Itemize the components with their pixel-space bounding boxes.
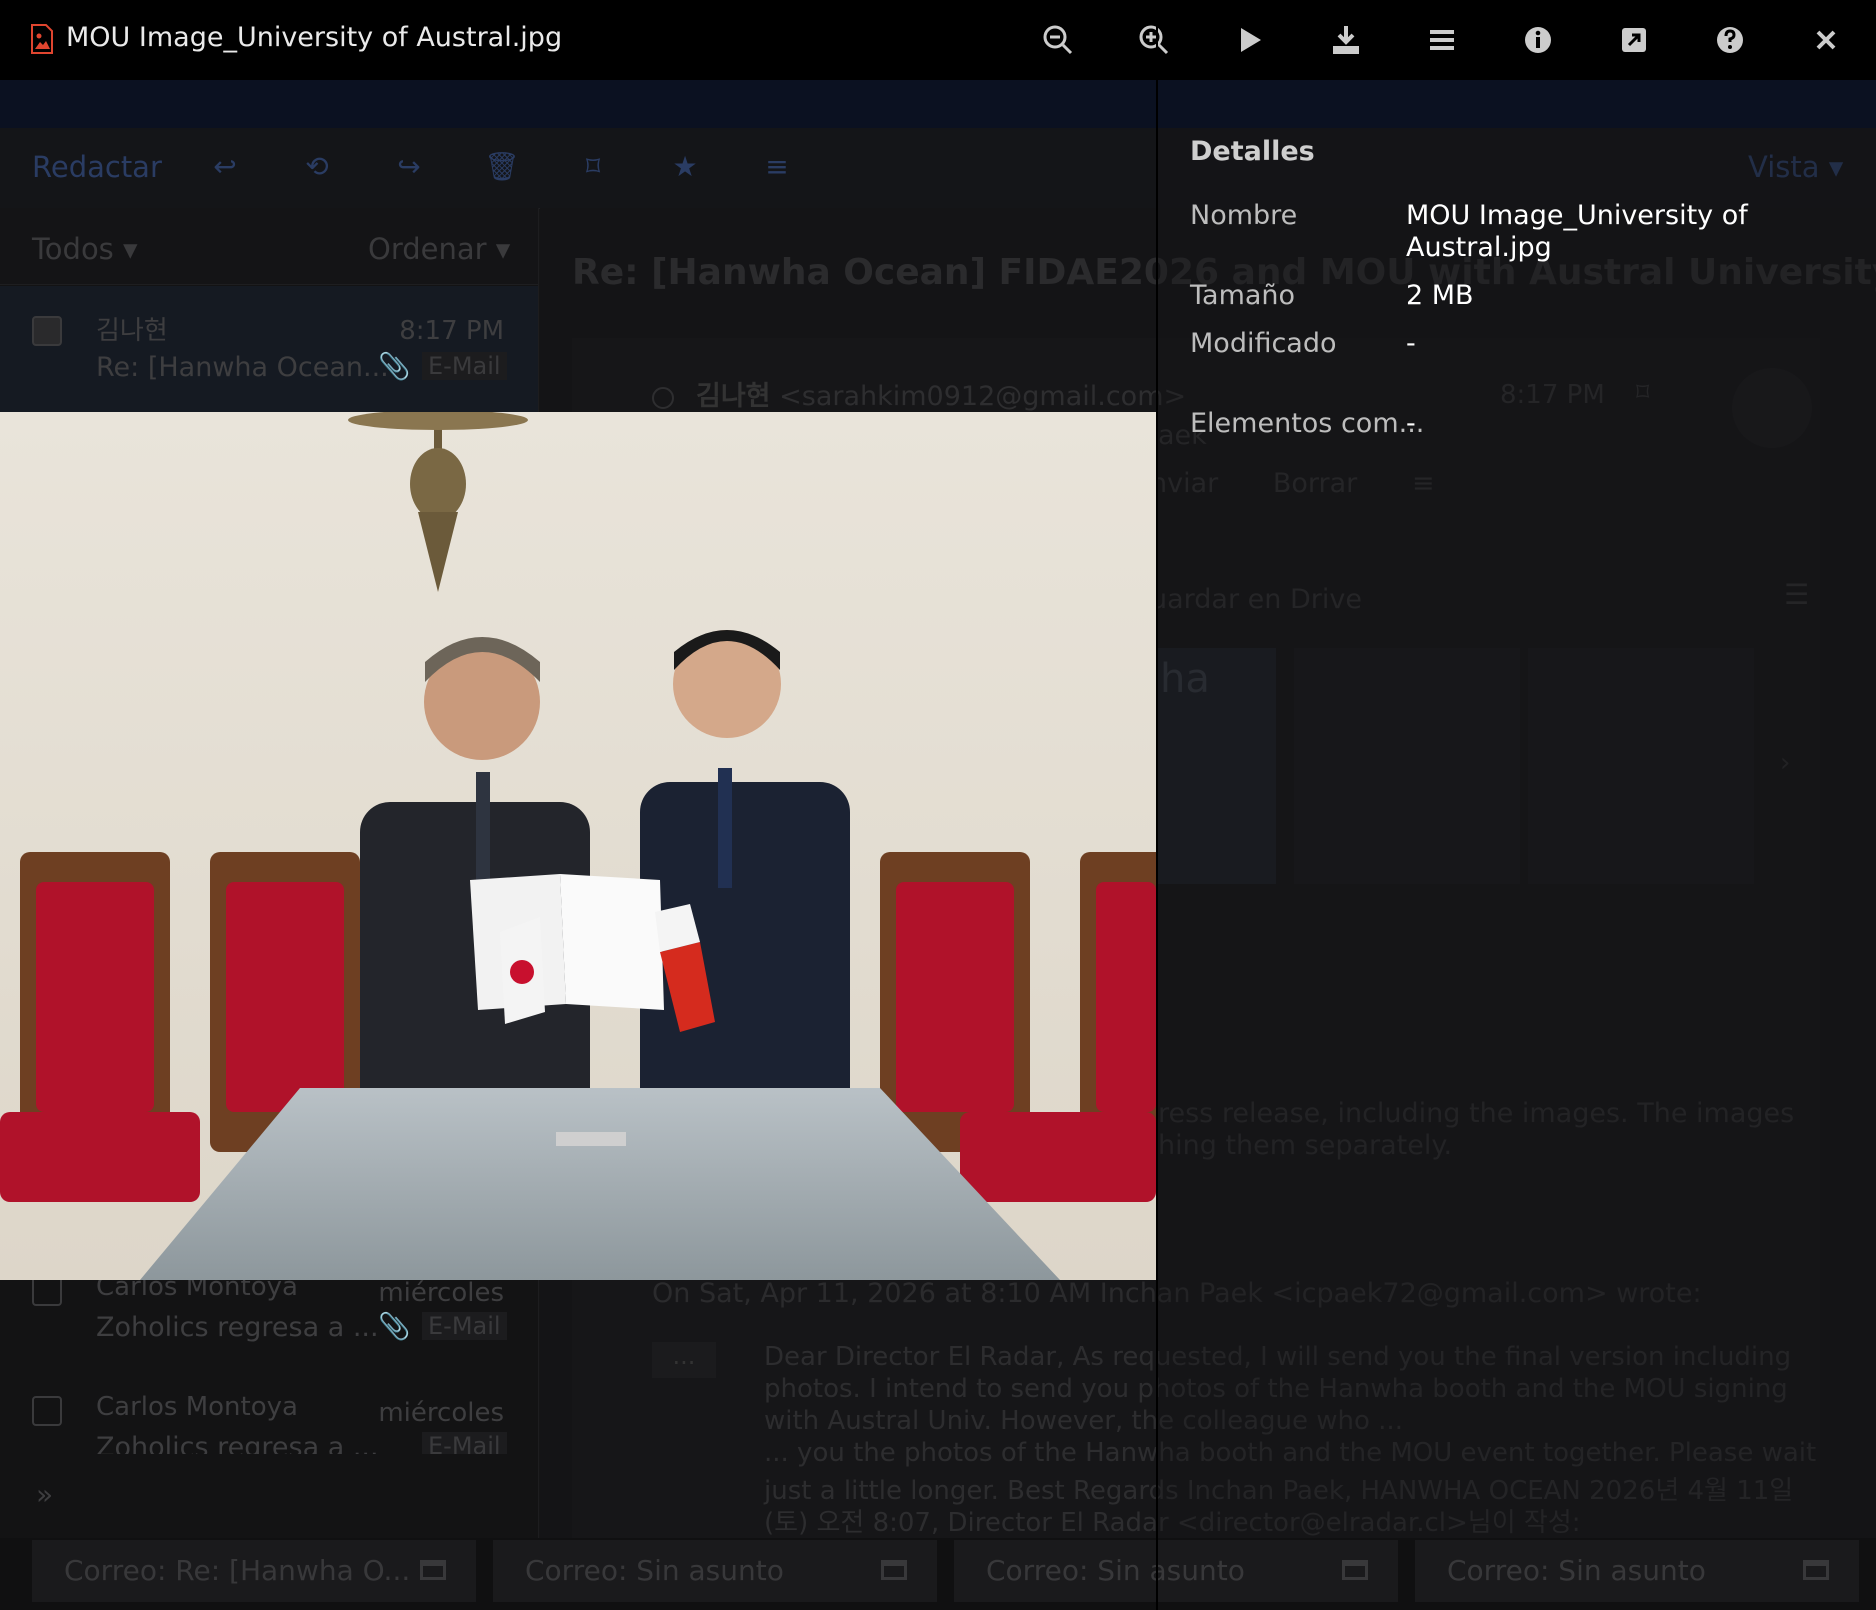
trash-icon[interactable]: 🗑 xyxy=(484,150,520,184)
panel-divider xyxy=(1156,0,1158,1610)
details-heading: Detalles xyxy=(1190,136,1315,167)
sort-dropdown[interactable]: Ordenar ▾ xyxy=(368,232,510,266)
zoom-out-icon[interactable] xyxy=(1040,22,1076,58)
filter-all-dropdown[interactable]: Todos ▾ xyxy=(32,232,138,266)
window-icon[interactable] xyxy=(881,1560,907,1580)
row-tag: E-Mail xyxy=(422,1432,507,1454)
star-icon[interactable]: ★ xyxy=(668,150,702,184)
detail-value-name: MOU Image_University of Austral.jpg xyxy=(1406,200,1748,263)
expand-sidebar-icon[interactable]: » xyxy=(36,1478,53,1511)
detail-value-modified: - xyxy=(1406,328,1416,359)
sender-email: <sarahkim0912@gmail.com> xyxy=(779,381,1187,412)
task-tab[interactable]: Correo: Re: [Hanwha O... xyxy=(32,1540,476,1602)
task-label: Correo: Sin asunto xyxy=(1447,1554,1706,1587)
row-time: miércoles xyxy=(378,1398,504,1428)
row-time: miércoles xyxy=(378,1278,504,1308)
row-time: 8:17 PM xyxy=(399,316,504,346)
filter-all-label: Todos xyxy=(32,232,114,266)
play-icon[interactable] xyxy=(1232,22,1268,58)
download-icon[interactable] xyxy=(1328,22,1364,58)
detail-label-name: Nombre xyxy=(1190,200,1298,231)
image-file-icon xyxy=(31,24,53,54)
task-tab[interactable]: Correo: Sin asunto xyxy=(1415,1540,1859,1602)
image-preview xyxy=(0,412,1156,1280)
task-label: Correo: Sin asunto xyxy=(986,1554,1245,1587)
row-subject: Zoholics regresa a ... xyxy=(96,1432,379,1454)
show-quoted-button[interactable]: ... xyxy=(652,1342,716,1378)
forward-icon[interactable]: ↪ xyxy=(392,150,426,184)
row-checkbox[interactable] xyxy=(32,316,62,346)
more-menu-icon[interactable]: ≡ xyxy=(760,150,794,184)
bookmark-icon[interactable]: ⌑ xyxy=(576,150,610,184)
attachment-icon: 📎 xyxy=(378,352,411,382)
open-external-icon[interactable] xyxy=(1616,22,1652,58)
row-checkbox[interactable] xyxy=(32,1276,62,1306)
detail-value-size: 2 MB xyxy=(1406,280,1474,311)
compose-button[interactable]: Redactar xyxy=(32,150,162,184)
detail-label-size: Tamaño xyxy=(1190,280,1296,311)
row-subject: Zoholics regresa a ... xyxy=(96,1312,379,1343)
window-icon[interactable] xyxy=(420,1560,446,1580)
reply-all-icon[interactable]: ⟲ xyxy=(300,150,334,184)
close-icon[interactable] xyxy=(1808,22,1844,58)
help-icon[interactable] xyxy=(1712,22,1748,58)
mou-signing-photo xyxy=(0,412,1156,1280)
row-sender: 김나현 xyxy=(96,316,168,346)
sender-name: 김나현 xyxy=(696,381,771,412)
app-header-strip xyxy=(0,80,1876,128)
row-sender: Carlos Montoya xyxy=(96,1392,298,1422)
task-label: Correo: Sin asunto xyxy=(525,1554,784,1587)
list-item-selected[interactable] xyxy=(0,286,538,412)
attachment-icon: 📎 xyxy=(378,1312,411,1342)
info-icon[interactable] xyxy=(1520,22,1556,58)
detail-label-shared: Elementos com... xyxy=(1190,408,1425,439)
row-tag: E-Mail xyxy=(422,352,507,380)
menu-icon[interactable] xyxy=(1424,22,1460,58)
mail-sender: 김나현 <sarahkim0912@gmail.com> xyxy=(652,374,1186,413)
detail-label-modified: Modificado xyxy=(1190,328,1337,359)
task-tab[interactable]: Correo: Sin asunto xyxy=(954,1540,1398,1602)
sort-label: Ordenar xyxy=(368,232,487,266)
zoom-in-icon[interactable] xyxy=(1136,22,1172,58)
row-checkbox[interactable] xyxy=(32,1396,62,1426)
task-label: Correo: Re: [Hanwha O... xyxy=(64,1554,411,1587)
window-icon[interactable] xyxy=(1342,1560,1368,1580)
row-tag: E-Mail xyxy=(422,1312,507,1340)
task-tab[interactable]: Correo: Sin asunto xyxy=(493,1540,937,1602)
viewer-title: MOU Image_University of Austral.jpg xyxy=(66,22,563,53)
window-icon[interactable] xyxy=(1803,1560,1829,1580)
reply-icon[interactable]: ↩ xyxy=(208,150,242,184)
row-subject: Re: [Hanwha Ocean... xyxy=(96,352,389,383)
detail-value-shared: - xyxy=(1406,408,1416,439)
